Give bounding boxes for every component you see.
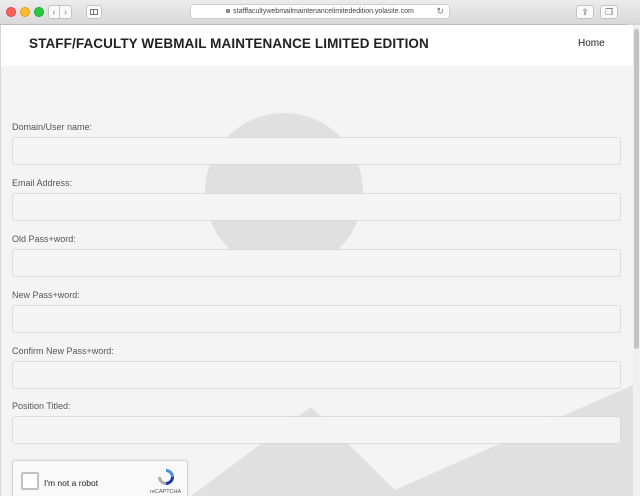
zoom-window-icon[interactable] [34, 7, 44, 17]
old-password-label: Old Pass+word: [12, 234, 76, 244]
position-title-input[interactable] [12, 416, 621, 444]
nav-home-link[interactable]: Home [578, 38, 605, 49]
address-bar[interactable]: stafffacultywebmailmaintenancelimitededi… [190, 4, 450, 19]
browser-titlebar: ‹ › stafffacultywebmailmaintenancelimite… [0, 0, 640, 25]
site-header: STAFF/FACULTY WEBMAIL MAINTENANCE LIMITE… [1, 25, 633, 66]
confirm-password-input[interactable] [12, 361, 621, 389]
new-password-input[interactable] [12, 305, 621, 333]
reload-icon[interactable]: ↻ [436, 5, 444, 18]
email-input[interactable] [12, 193, 621, 221]
email-label: Email Address: [12, 178, 73, 188]
minimize-window-icon[interactable] [20, 7, 30, 17]
confirm-password-label: Confirm New Pass+word: [12, 346, 114, 356]
recaptcha-label: I'm not a robot [44, 478, 99, 488]
web-page: STAFF/FACULTY WEBMAIL MAINTENANCE LIMITE… [1, 25, 633, 496]
share-button[interactable]: ⇪ [576, 5, 594, 19]
page-scrollbar[interactable] [633, 25, 640, 496]
forward-button[interactable]: › [60, 5, 72, 19]
recaptcha-checkbox[interactable] [21, 472, 39, 490]
username-input[interactable] [12, 137, 621, 165]
sidebar-icon [90, 9, 98, 15]
address-url: stafffacultywebmailmaintenancelimitededi… [233, 8, 414, 15]
scrollbar-thumb[interactable] [634, 29, 639, 349]
back-button[interactable]: ‹ [48, 5, 60, 19]
recaptcha-logo-icon [158, 469, 174, 485]
position-title-label: Position Titled: [12, 401, 71, 411]
recaptcha-widget: I'm not a robot reCAPTCHA [12, 460, 188, 496]
tab-overview-button[interactable]: ❐ [600, 5, 618, 19]
site-title[interactable]: STAFF/FACULTY WEBMAIL MAINTENANCE LIMITE… [29, 36, 429, 51]
lock-icon [226, 9, 231, 14]
username-label: Domain/User name: [12, 122, 93, 132]
new-password-label: New Pass+word: [12, 290, 80, 300]
close-window-icon[interactable] [6, 7, 16, 17]
sidebar-toggle-button[interactable] [86, 5, 102, 19]
old-password-input[interactable] [12, 249, 621, 277]
recaptcha-brand: reCAPTCHA [150, 489, 182, 495]
